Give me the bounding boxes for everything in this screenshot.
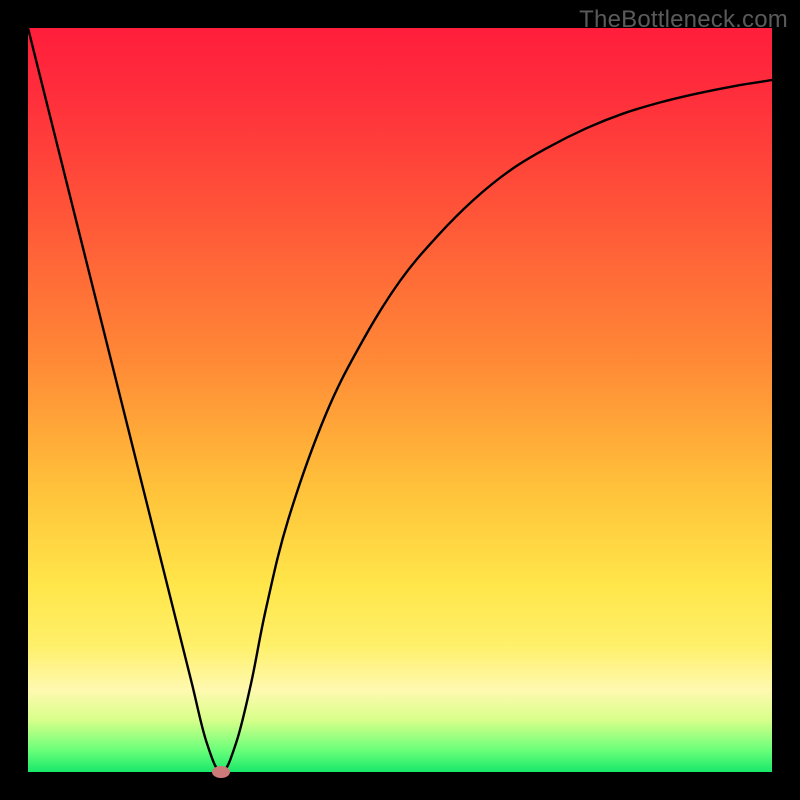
watermark-text: TheBottleneck.com [579, 6, 788, 34]
chart-frame: TheBottleneck.com [0, 0, 800, 800]
bottleneck-curve [28, 28, 772, 772]
plot-area [28, 28, 772, 772]
bottleneck-marker [212, 766, 230, 778]
